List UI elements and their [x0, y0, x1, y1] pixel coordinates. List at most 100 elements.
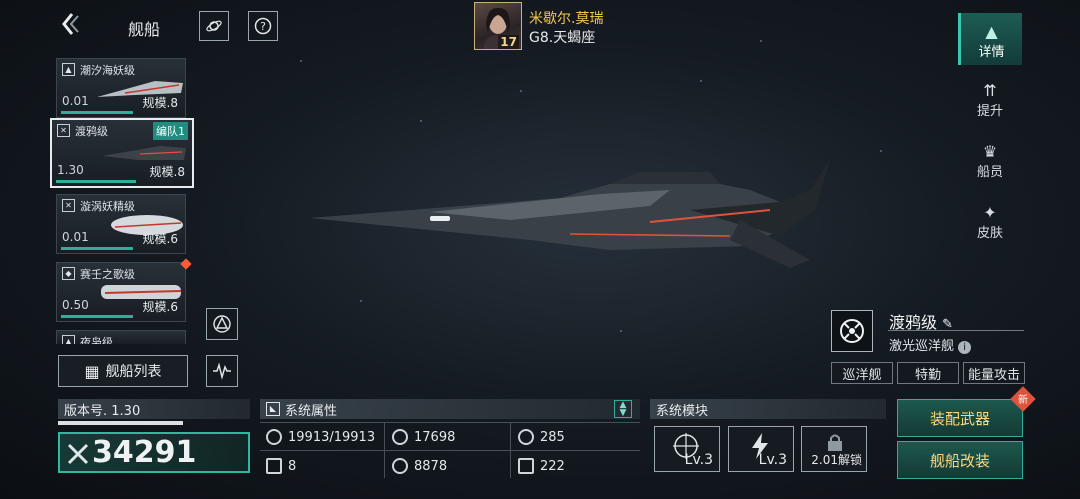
- fleet-type-icon: ▲: [62, 63, 75, 76]
- ship-emblem: [831, 310, 873, 352]
- ship-card-selected[interactable]: ✕ 渡鸦级 编队1 1.30 规模.8: [50, 118, 194, 188]
- captain-rank: G8.天蝎座: [529, 30, 596, 46]
- system-stats-title: 系统属性: [285, 403, 338, 419]
- divider: [888, 330, 1024, 331]
- ship-card-progress: [61, 247, 133, 250]
- stat-energy: 8878: [392, 452, 447, 480]
- nav-upgrade-label: 提升: [976, 104, 1003, 119]
- ship-model: [310, 160, 830, 268]
- ship-card-progress: [56, 180, 136, 183]
- nav-crew[interactable]: ♛ 船员: [958, 133, 1022, 185]
- module-slot-locked[interactable]: 2.01解锁: [801, 426, 867, 472]
- ship-card[interactable]: ▲ 潮汐海妖级 0.01 规模.8: [56, 58, 186, 118]
- version-progress: [58, 421, 183, 425]
- new-badge: 新: [1018, 395, 1028, 406]
- energy-icon: [392, 458, 408, 474]
- ship-card-ratio: 0.01: [62, 230, 89, 244]
- ship-card-progress: [61, 111, 133, 114]
- help-button[interactable]: ?: [248, 11, 278, 41]
- ship-type-text: 激光巡洋舰: [889, 339, 955, 354]
- ship-tag: 能量攻击: [963, 362, 1025, 384]
- stat-slots: 8: [266, 452, 296, 480]
- sort-toggle-icon[interactable]: ▲ ▼: [614, 400, 632, 418]
- captain-avatar[interactable]: 17: [474, 2, 522, 50]
- upgrade-icon: ⇈: [983, 81, 997, 100]
- shield-type-icon: ◆: [62, 267, 75, 280]
- ship-tag: 巡洋舰: [831, 362, 893, 384]
- crossed-swords-icon: [67, 443, 89, 465]
- hull-icon: [266, 429, 282, 445]
- ship-card-scale: 规模.8: [149, 165, 185, 179]
- grid-icon: [266, 458, 282, 474]
- combat-power-value: 34291: [92, 435, 197, 470]
- captain-level: 17: [498, 35, 519, 49]
- ship-card-progress: [61, 315, 133, 318]
- ship-tag: 特勤: [897, 362, 959, 384]
- ship-refit-button[interactable]: 舰船改装: [897, 441, 1023, 479]
- fleet-list-button[interactable]: ▦ 舰船列表: [58, 355, 188, 387]
- stat-speed: 222: [518, 452, 565, 480]
- grid-icon: ▦: [84, 361, 100, 381]
- stats-type-icon: ◣: [266, 402, 280, 416]
- captain-name: 米歇尔.莫瑞: [529, 11, 604, 27]
- ship-card-scale: 规模.8: [142, 96, 178, 110]
- version-label: 版本号. 1.30: [58, 399, 250, 419]
- crew-icon: ♛: [982, 142, 998, 161]
- formation-button[interactable]: [206, 308, 238, 340]
- stat-value: 8878: [414, 458, 448, 474]
- nav-details[interactable]: ▲ 详情: [958, 13, 1022, 65]
- team-badge: 编队1: [153, 122, 188, 140]
- crosshair-icon: [840, 319, 864, 343]
- ship-card-ratio: 0.01: [62, 94, 89, 108]
- stat-shield: 285: [518, 423, 565, 451]
- stat-value: 285: [540, 429, 565, 445]
- svg-text:?: ?: [260, 20, 266, 33]
- ship-card-scale: 规模.6: [142, 232, 178, 246]
- waveform-icon: [213, 362, 231, 380]
- ship-card-ratio: 1.30: [57, 163, 84, 177]
- page-title: 舰船: [128, 20, 161, 39]
- fleet-list-label: 舰船列表: [105, 364, 162, 380]
- combat-power: 34291: [58, 432, 250, 473]
- stats-wave-button[interactable]: [206, 355, 238, 387]
- formation-icon: [213, 315, 231, 333]
- ship-card[interactable]: ✕ 漩涡妖精级 0.01 规模.6: [56, 194, 186, 254]
- stats-grid: 19913/19913 17698 285 8 8878 222: [260, 422, 640, 474]
- ship-type: 激光巡洋舰 i: [889, 335, 972, 354]
- lock-icon: [828, 434, 842, 451]
- ship-card-ratio: 0.50: [62, 298, 89, 312]
- divider: [260, 450, 640, 451]
- chevron-left-icon: [62, 13, 79, 35]
- stat-value: 222: [540, 458, 565, 474]
- stat-value: 8: [288, 458, 297, 474]
- crosshair-icon: ✕: [57, 124, 70, 137]
- help-icon: ?: [254, 17, 272, 35]
- info-icon[interactable]: i: [958, 341, 972, 354]
- system-stats-header: ◣ 系统属性 ▲ ▼: [260, 399, 640, 419]
- ship-card[interactable]: ▲ 夜枭级: [56, 330, 186, 344]
- shield-icon: [518, 429, 534, 445]
- ship-card[interactable]: ◆ 赛壬之歌级 0.50 规模.6: [56, 262, 186, 322]
- module-slot-targeting[interactable]: Lv.3: [654, 426, 720, 472]
- equip-weapons-button[interactable]: 装配武器: [897, 399, 1023, 437]
- module-level: Lv.3: [684, 452, 713, 468]
- crosshair-icon: ✕: [62, 199, 75, 212]
- skin-icon: ✦: [983, 203, 997, 222]
- module-unlock-text: 2.01解锁: [811, 453, 862, 467]
- module-level: Lv.3: [758, 452, 787, 468]
- ship-card-name: 渡鸦级: [75, 125, 108, 138]
- module-slot-power[interactable]: Lv.3: [728, 426, 794, 472]
- stat-value: 17698: [414, 429, 456, 445]
- planet-icon: [206, 20, 222, 32]
- stat-value: 19913/19913: [288, 429, 376, 445]
- modules-header: 系统模块: [650, 399, 886, 419]
- nav-details-label: 详情: [978, 45, 1005, 60]
- nav-upgrade[interactable]: ⇈ 提升: [958, 72, 1022, 124]
- planet-button[interactable]: [199, 11, 229, 41]
- back-button[interactable]: [58, 10, 86, 38]
- nav-crew-label: 船员: [976, 165, 1003, 180]
- stat-armor: 17698: [392, 423, 455, 451]
- system-stats-panel: ◣ 系统属性 ▲ ▼ 19913/19913 17698 285 8 8878 2…: [260, 399, 640, 479]
- nav-skin[interactable]: ✦ 皮肤: [958, 194, 1022, 246]
- details-icon: ▲: [985, 22, 998, 41]
